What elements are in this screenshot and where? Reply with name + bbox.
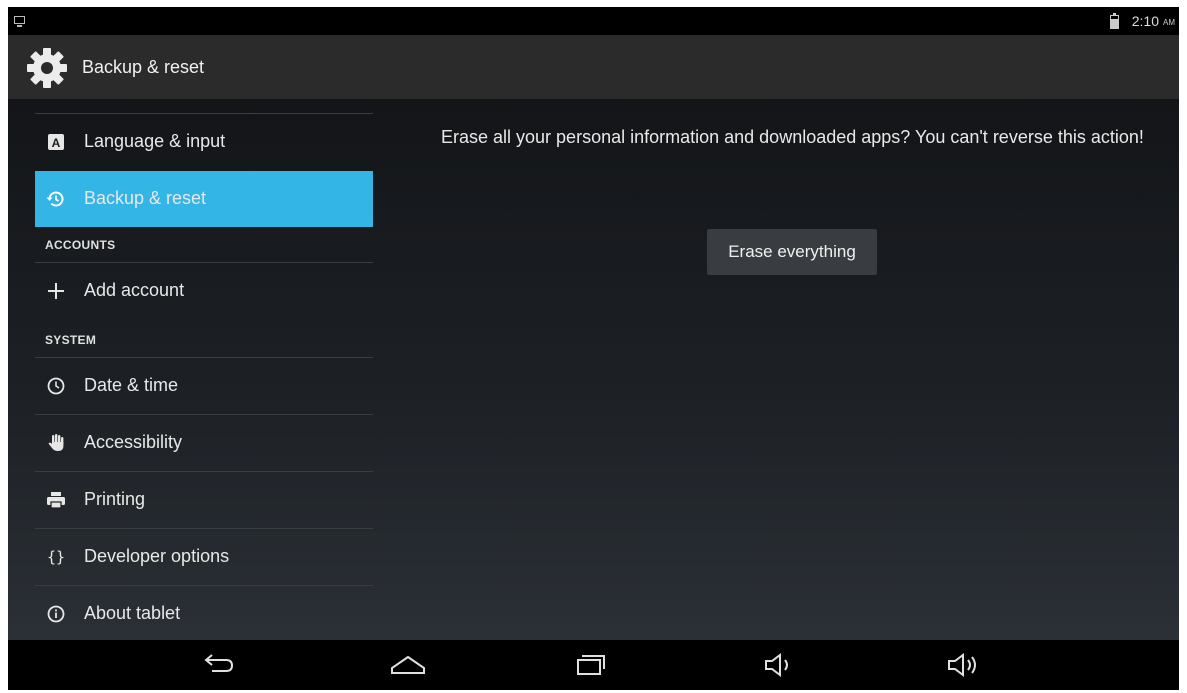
sidebar-item-label: Language & input <box>84 131 226 151</box>
sidebar-item-printing[interactable]: Printing <box>35 472 373 528</box>
plus-icon <box>45 280 67 302</box>
home-icon[interactable] <box>388 649 428 681</box>
clock-icon <box>45 375 67 397</box>
screenshot-notification-icon <box>14 16 25 27</box>
printer-icon <box>45 489 67 511</box>
status-time: 2:10 <box>1131 13 1159 29</box>
sidebar-item-label: Date & time <box>84 375 179 395</box>
tablet-screen: 2:10 AM Backup & reset A Language & inpu… <box>8 7 1179 690</box>
volume-down-icon[interactable] <box>760 649 800 681</box>
keyboard-a-icon: A <box>45 131 67 153</box>
sidebar-item-label: Add account <box>84 280 185 300</box>
action-bar-title: Backup & reset <box>82 57 205 77</box>
system-nav-bar <box>8 640 1179 690</box>
erase-everything-button[interactable]: Erase everything <box>707 229 877 275</box>
erase-warning-message: Erase all your personal information and … <box>441 127 1144 147</box>
info-icon <box>45 603 67 625</box>
sidebar-item-date-time[interactable]: Date & time <box>35 358 373 414</box>
sidebar-item-label: About tablet <box>84 603 181 623</box>
sidebar-item-label: Printing <box>84 489 146 509</box>
braces-icon: {} <box>45 546 67 568</box>
sidebar-item-label: Backup & reset <box>84 188 207 208</box>
action-bar: Backup & reset <box>8 35 1179 99</box>
sidebar-item-accessibility[interactable]: Accessibility <box>35 415 373 471</box>
hand-icon <box>45 432 67 454</box>
settings-sidebar: A Language & input Backup & reset ACCOUN… <box>35 99 373 640</box>
sidebar-item-backup-reset[interactable]: Backup & reset <box>35 171 373 227</box>
svg-text:{}: {} <box>47 548 65 566</box>
back-icon[interactable] <box>199 649 239 681</box>
sidebar-item-label: Accessibility <box>84 432 183 452</box>
restore-icon <box>45 188 67 210</box>
sidebar-item-language-input[interactable]: A Language & input <box>35 114 373 170</box>
status-ampm: AM <box>1163 18 1175 27</box>
sidebar-item-developer-options[interactable]: {} Developer options <box>35 529 373 585</box>
sidebar-item-label: Developer options <box>84 546 230 566</box>
section-header-accounts: ACCOUNTS <box>45 238 116 252</box>
sidebar-item-add-account[interactable]: Add account <box>35 263 373 319</box>
svg-text:A: A <box>52 136 61 150</box>
battery-icon <box>1110 13 1119 29</box>
recents-icon[interactable] <box>571 649 611 681</box>
gear-icon[interactable] <box>24 45 70 91</box>
section-header-system: SYSTEM <box>45 333 97 347</box>
sidebar-item-about-tablet[interactable]: About tablet <box>35 586 373 642</box>
content-area: A Language & input Backup & reset ACCOUN… <box>8 99 1179 640</box>
status-bar: 2:10 AM <box>8 7 1179 35</box>
volume-up-icon[interactable] <box>945 649 985 681</box>
